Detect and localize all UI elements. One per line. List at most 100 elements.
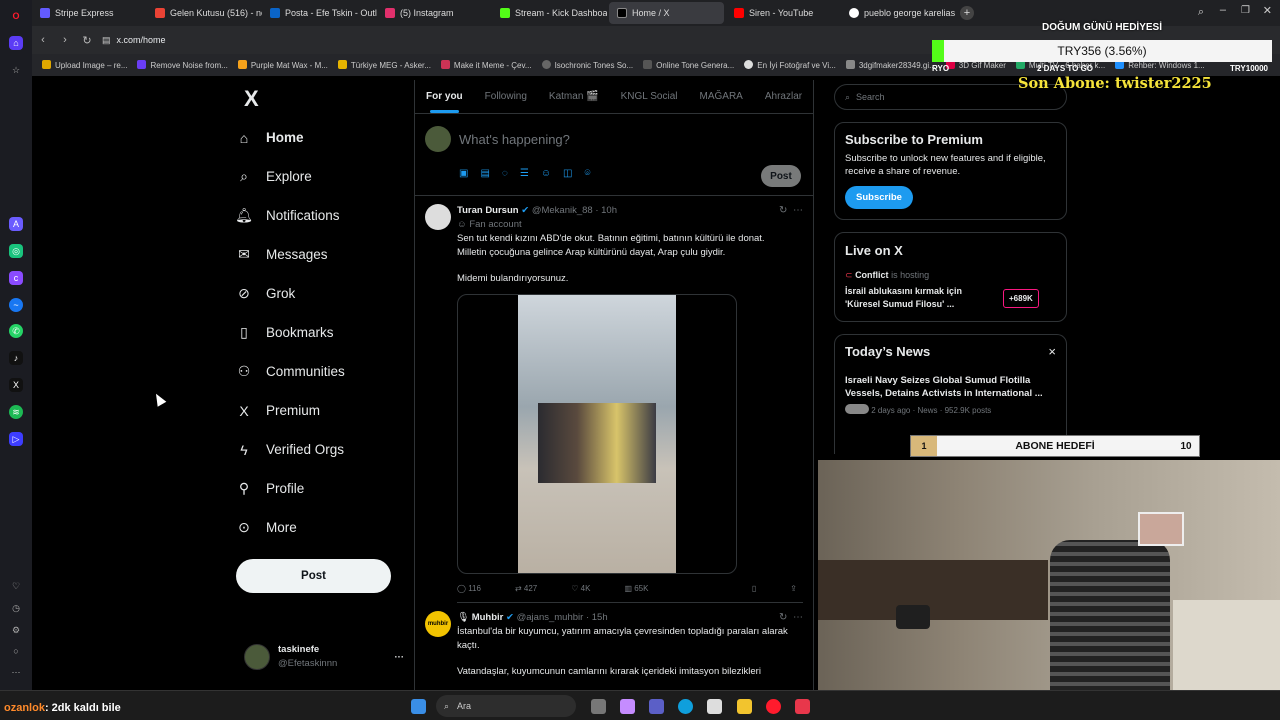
- nav-communities[interactable]: ⚇ Communities: [236, 352, 406, 391]
- nav-more[interactable]: ⊙ More: [236, 508, 406, 547]
- store-icon[interactable]: [707, 699, 722, 714]
- tweet[interactable]: muhbir ↻ ⋯ 🎙︎ Muhbir ✔ @ajans_muhbir · 1…: [415, 603, 813, 679]
- tweet[interactable]: ↻ ⋯ Turan Dursun ✔ @Mekanik_88 · 10h ☺ F…: [415, 196, 813, 603]
- opera-logo-icon[interactable]: O: [9, 9, 23, 23]
- bookmark[interactable]: Türkiye MEG - Asker...: [337, 60, 431, 70]
- account-switcher[interactable]: taskinefe @Efetaskinnn ···: [244, 640, 404, 674]
- cs-icon[interactable]: c: [9, 271, 23, 285]
- tweet-handle[interactable]: @ajans_muhbir: [517, 612, 584, 623]
- forward-icon[interactable]: ›: [54, 34, 76, 46]
- tab-katman[interactable]: Katman 🎬: [549, 91, 599, 102]
- x-logo[interactable]: X: [244, 86, 259, 112]
- account-more-icon[interactable]: ···: [395, 652, 405, 663]
- tab[interactable]: Stripe Express: [32, 2, 147, 24]
- opera-icon[interactable]: [766, 699, 781, 714]
- tweet-author[interactable]: Turan Dursun: [457, 205, 519, 216]
- nav-messages[interactable]: ✉ Messages: [236, 235, 406, 274]
- compose-input[interactable]: What's happening?: [459, 132, 570, 147]
- like-button[interactable]: ♡ 4K: [571, 582, 590, 596]
- emoji-icon[interactable]: ☺: [541, 168, 551, 179]
- bookmark[interactable]: En İyi Fotoğraf ve Vi...: [744, 60, 836, 70]
- tab[interactable]: (5) Instagram: [377, 2, 492, 24]
- nav-premium[interactable]: X Premium: [236, 391, 406, 430]
- news-headline[interactable]: Israeli Navy Seizes Global Sumud Flotill…: [845, 374, 1056, 400]
- tab[interactable]: Gelen Kutusu (516) - nosn: [147, 2, 262, 24]
- tab-following[interactable]: Following: [485, 91, 527, 102]
- tab[interactable]: Posta - Efe Tskin - Outlook: [262, 2, 377, 24]
- spotify-icon[interactable]: ≋: [9, 405, 23, 419]
- views-button[interactable]: ▥ 65K: [624, 582, 648, 596]
- grok-icon[interactable]: ◌: [502, 168, 508, 179]
- repost-button[interactable]: ⇄ 427: [515, 582, 537, 596]
- subscribe-button[interactable]: Subscribe: [845, 186, 913, 209]
- chatgpt-icon[interactable]: ◎: [9, 244, 23, 258]
- home-icon[interactable]: ⌂: [9, 36, 23, 50]
- new-tab-button[interactable]: +: [960, 6, 974, 20]
- bookmark[interactable]: Online Tone Genera...: [643, 60, 734, 70]
- tab[interactable]: pueblo george karelias - G: [841, 2, 956, 24]
- tweet-video[interactable]: [457, 294, 737, 574]
- settings-icon[interactable]: ⚙: [9, 623, 23, 637]
- search-tabs-icon[interactable]: ⌕: [1198, 6, 1204, 19]
- tab-magara[interactable]: MAĞARA: [700, 91, 743, 102]
- tab-for-you[interactable]: For you: [426, 91, 463, 113]
- edge-icon[interactable]: [678, 699, 693, 714]
- live-listeners-badge[interactable]: +689K: [1003, 288, 1039, 308]
- tweet-time[interactable]: · 10h: [595, 205, 617, 216]
- aria-icon[interactable]: A: [9, 217, 23, 231]
- bookmark[interactable]: 3dgifmaker28349.gi...: [845, 60, 936, 70]
- grok-icon[interactable]: ↻: [779, 612, 787, 623]
- nav-notifications[interactable]: 🔔︎ Notifications: [235, 196, 406, 235]
- compose-post-button[interactable]: Post: [761, 165, 801, 187]
- maximize-icon[interactable]: ❐: [1241, 5, 1250, 16]
- nav-explore[interactable]: ⌕ Explore: [236, 157, 406, 196]
- nav-verified-orgs[interactable]: ϟ Verified Orgs: [236, 430, 406, 469]
- copilot-icon[interactable]: [620, 699, 635, 714]
- tab-ahrazlar[interactable]: Ahrazlar: [765, 91, 802, 102]
- taskview-icon[interactable]: [591, 699, 606, 714]
- bookmark[interactable]: Purple Mat Wax - M...: [237, 60, 328, 70]
- teams-icon[interactable]: [649, 699, 664, 714]
- tweet-time[interactable]: · 15h: [586, 612, 608, 623]
- share-icon[interactable]: ⇪: [790, 582, 797, 596]
- tab-active[interactable]: Home / X: [609, 2, 724, 24]
- post-button[interactable]: Post: [236, 559, 391, 593]
- site-info-icon[interactable]: ▤: [102, 35, 111, 46]
- history-icon[interactable]: ◷: [9, 601, 23, 615]
- heart-icon[interactable]: ♡: [9, 579, 23, 593]
- whatsapp-icon[interactable]: ✆: [9, 324, 23, 338]
- explorer-icon[interactable]: [737, 699, 752, 714]
- tiktok-icon[interactable]: ♪: [9, 351, 23, 365]
- gif-icon[interactable]: ▤: [480, 168, 489, 179]
- bookmark-icon[interactable]: ▯: [752, 582, 756, 596]
- tweet-author[interactable]: Muhbir: [472, 612, 504, 623]
- live-description[interactable]: İsrail ablukasını kırmak için 'Küresel S…: [845, 285, 995, 311]
- more-icon[interactable]: ⋯: [9, 665, 23, 679]
- url-field[interactable]: x.com/home: [117, 35, 166, 45]
- messenger-icon[interactable]: ~: [9, 298, 23, 312]
- player-icon[interactable]: ▷: [9, 432, 23, 446]
- start-icon[interactable]: [411, 699, 426, 714]
- tab[interactable]: Stream - Kick Dashboard: [492, 2, 607, 24]
- nav-profile[interactable]: ⚲ Profile: [236, 469, 406, 508]
- tweet-handle[interactable]: @Mekanik_88: [532, 205, 593, 216]
- more-icon[interactable]: ⋯: [793, 205, 803, 216]
- tab-kngl[interactable]: KNGL Social: [621, 91, 678, 102]
- nav-home[interactable]: ⌂ Home: [236, 118, 406, 157]
- poll-icon[interactable]: ☰: [520, 168, 529, 179]
- close-window-icon[interactable]: ✕: [1263, 4, 1272, 17]
- minimize-icon[interactable]: –: [1220, 4, 1226, 16]
- nav-bookmarks[interactable]: ▯ Bookmarks: [236, 313, 406, 352]
- bookmark[interactable]: Make it Meme - Çev...: [440, 60, 532, 70]
- back-icon[interactable]: ‹: [32, 34, 54, 46]
- bookmark[interactable]: Isochronic Tones So...: [541, 60, 633, 70]
- schedule-icon[interactable]: ◫: [563, 168, 572, 179]
- reload-icon[interactable]: ↻: [76, 34, 98, 47]
- grok-icon[interactable]: ↻: [779, 205, 787, 216]
- bookmark[interactable]: Remove Noise from...: [137, 60, 228, 70]
- media-icon[interactable]: ▣: [459, 168, 468, 179]
- close-icon[interactable]: ×: [1048, 345, 1056, 358]
- tab[interactable]: Siren - YouTube: [726, 2, 841, 24]
- live-host[interactable]: Conflict: [855, 270, 889, 280]
- location-icon[interactable]: ⌾: [585, 168, 591, 179]
